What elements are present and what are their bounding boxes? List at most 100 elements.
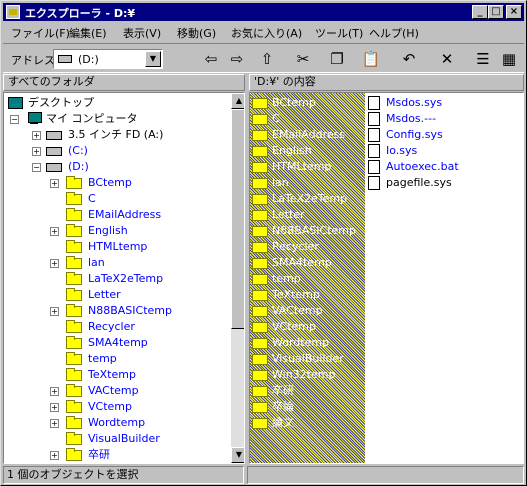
address-value: (D:) <box>78 53 99 66</box>
folder-icon <box>252 226 268 237</box>
file-list[interactable]: BCtemp C EMailAddress English HTMLtemp lan LaT… <box>249 92 524 464</box>
list-folder-item[interactable]: English <box>252 143 364 159</box>
list-folder-item[interactable]: 論文 <box>252 415 364 431</box>
cut-icon[interactable]: ✂ <box>291 48 315 70</box>
address-label: アドレス <box>11 54 55 67</box>
list-folder-item[interactable]: EMailAddress <box>252 127 364 143</box>
expand-icon[interactable]: + <box>50 179 59 188</box>
list-file-item[interactable]: Msdos.sys <box>368 95 518 111</box>
list-folder-item[interactable]: lan <box>252 175 364 191</box>
scroll-thumb[interactable] <box>231 109 244 329</box>
folder-tree[interactable]: デスクトップ − マイ コンピュータ + 3.5 インチ FD (A:) + (… <box>3 92 245 464</box>
folder-icon <box>252 162 268 173</box>
maximize-button[interactable]: □ <box>488 5 504 19</box>
copy-icon[interactable]: ❐ <box>325 48 349 70</box>
list-file-item[interactable]: Io.sys <box>368 143 518 159</box>
forward-icon[interactable]: ⇨ <box>225 48 249 70</box>
title-bar[interactable]: エクスプローラ - D:¥ _ □ × <box>3 3 524 21</box>
expand-icon[interactable]: + <box>50 387 59 396</box>
expand-icon[interactable]: + <box>50 307 59 316</box>
list-folder-item[interactable]: VACtemp <box>252 303 364 319</box>
list-item-label: VACtemp <box>272 304 323 317</box>
tree-item-label: English <box>88 224 128 237</box>
up-folder-icon[interactable]: ⇧ <box>255 48 279 70</box>
list-file-item[interactable]: pagefile.sys <box>368 175 518 191</box>
undo-icon[interactable]: ↶ <box>397 48 421 70</box>
list-item-label: Letter <box>272 208 305 221</box>
file-icon <box>368 160 380 174</box>
folder-icon <box>66 336 82 349</box>
list-item-label: lan <box>272 176 289 189</box>
list-file-item[interactable]: Msdos.--- <box>368 111 518 127</box>
folder-icon <box>66 208 82 221</box>
list-folder-item[interactable]: Win32temp <box>252 367 364 383</box>
list-file-item[interactable]: Autoexec.bat <box>368 159 518 175</box>
close-button[interactable]: × <box>506 5 522 19</box>
list-folder-item[interactable]: LaTeX2eTemp <box>252 191 364 207</box>
list-folder-item[interactable]: C <box>252 111 364 127</box>
folder-icon <box>66 400 82 413</box>
list-folder-item[interactable]: temp <box>252 271 364 287</box>
expand-icon[interactable]: + <box>50 403 59 412</box>
list-folder-item[interactable]: TeXtemp <box>252 287 364 303</box>
menu-favorites[interactable]: お気に入り(A) <box>231 25 302 41</box>
list-folder-item[interactable]: HTMLtemp <box>252 159 364 175</box>
views-icon[interactable]: ▦ <box>497 48 521 70</box>
list-folder-item[interactable]: BCtemp <box>252 95 364 111</box>
tree-item-label: 卒研 <box>88 448 110 461</box>
expand-icon[interactable]: + <box>50 451 59 460</box>
list-item-label: TeXtemp <box>272 288 320 301</box>
list-folder-item[interactable]: Letter <box>252 207 364 223</box>
list-folder-item[interactable]: 卒論 <box>252 399 364 415</box>
folder-icon <box>252 306 268 317</box>
file-icon <box>368 112 380 126</box>
list-folder-item[interactable]: SMA4temp <box>252 255 364 271</box>
delete-icon[interactable]: ✕ <box>435 48 459 70</box>
expand-icon[interactable]: + <box>50 227 59 236</box>
collapse-icon[interactable]: − <box>32 163 41 172</box>
tree-item-label: Recycler <box>88 320 135 333</box>
menu-help[interactable]: ヘルプ(H) <box>369 25 419 41</box>
minimize-button[interactable]: _ <box>472 5 488 19</box>
tree-scrollbar[interactable]: ▲ ▼ <box>231 93 244 463</box>
list-folder-item[interactable]: Wordtemp <box>252 335 364 351</box>
list-folder-item[interactable]: Recycler <box>252 239 364 255</box>
collapse-icon[interactable]: − <box>10 115 19 124</box>
list-folder-item[interactable]: VCtemp <box>252 319 364 335</box>
tree-item-label: lan <box>88 256 105 269</box>
chevron-down-icon[interactable]: ▼ <box>145 51 161 67</box>
menu-go[interactable]: 移動(G) <box>177 25 216 41</box>
address-combo[interactable]: (D:) ▼ <box>53 49 163 69</box>
folder-icon <box>252 386 268 397</box>
scroll-down-button[interactable]: ▼ <box>231 447 244 463</box>
menu-tools[interactable]: ツール(T) <box>315 25 363 41</box>
list-folder-item[interactable]: VisualBuilder <box>252 351 364 367</box>
list-item-label: Config.sys <box>386 128 443 141</box>
menu-file[interactable]: ファイル(F) <box>11 25 70 41</box>
menu-edit[interactable]: 編集(E) <box>69 25 107 41</box>
list-folder-item[interactable]: N88BASICtemp <box>252 223 364 239</box>
scroll-up-button[interactable]: ▲ <box>231 93 244 109</box>
list-item-label: C <box>272 112 280 125</box>
expand-icon[interactable]: + <box>50 259 59 268</box>
folder-icon <box>252 146 268 157</box>
back-icon[interactable]: ⇦ <box>199 48 223 70</box>
expand-icon[interactable]: + <box>50 419 59 428</box>
tree-item-label: HTMLtemp <box>88 240 148 253</box>
list-folder-item[interactable]: 卒研 <box>252 383 364 399</box>
menu-view[interactable]: 表示(V) <box>123 25 161 41</box>
folder-icon <box>66 240 82 253</box>
list-file-item[interactable]: Config.sys <box>368 127 518 143</box>
folder-icon <box>252 370 268 381</box>
folder-icon <box>66 320 82 333</box>
expand-icon[interactable]: + <box>32 131 41 140</box>
list-item-label: Win32temp <box>272 368 336 381</box>
explorer-app-icon[interactable] <box>6 5 20 19</box>
file-icon <box>368 176 380 190</box>
folder-icon <box>66 416 82 429</box>
tree-item-label: C <box>88 192 96 205</box>
expand-icon[interactable]: + <box>32 147 41 156</box>
properties-icon[interactable]: ☰ <box>471 48 495 70</box>
folder-icon <box>66 432 82 445</box>
paste-icon[interactable]: 📋 <box>359 48 383 70</box>
